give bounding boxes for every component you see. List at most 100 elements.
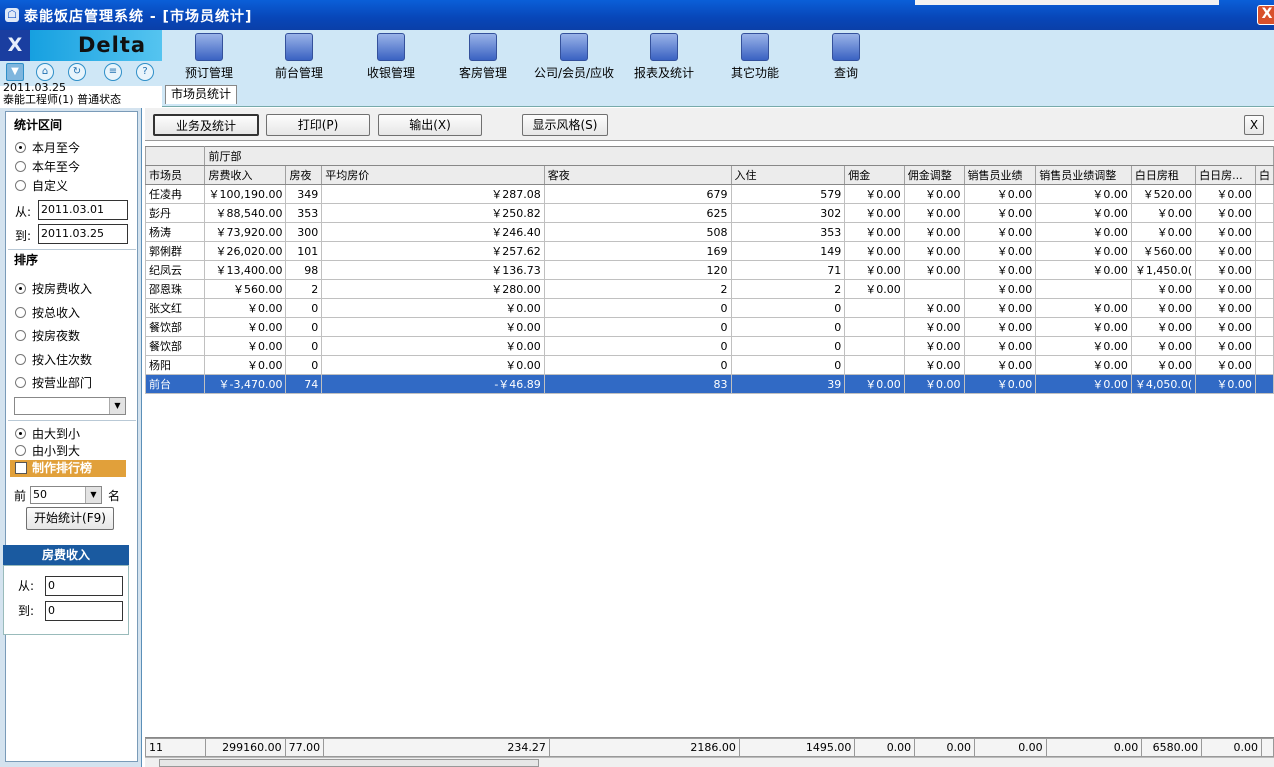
top-count-select[interactable]: 50 ▼ (30, 486, 102, 504)
cell-salesperson[interactable]: 杨阳 (145, 355, 206, 375)
cell-checkins[interactable]: 302 (730, 203, 846, 223)
exit-icon[interactable]: X (4, 34, 26, 56)
cell-sales-perf[interactable]: ￥0.00 (963, 241, 1037, 261)
cell-salesperson[interactable]: 纪凤云 (145, 260, 206, 280)
cell-checkins[interactable]: 0 (730, 298, 846, 318)
table-row[interactable]: 杨阳 ￥0.00 0 ￥0.00 0 0 ￥0.00 ￥0.00 ￥0.00 ￥0.00 ￥0.00 (145, 355, 1274, 375)
cell-salesperson[interactable]: 张文红 (145, 298, 206, 318)
cell-extra[interactable] (1254, 298, 1274, 318)
table-row[interactable]: 前台 ￥-3,470.00 74 -￥46.89 83 39 ￥0.00 ￥0.00 ￥0.00… (145, 374, 1274, 394)
cell-commission-adj[interactable]: ￥0.00 (903, 336, 965, 356)
cell-sales-perf[interactable]: ￥0.00 (963, 336, 1037, 356)
column-header-sales-perf-adj[interactable]: 销售员业绩调整 (1035, 165, 1132, 185)
column-header-room-nights[interactable]: 房夜 (285, 165, 323, 185)
cell-commission-adj[interactable]: ￥0.00 (903, 184, 965, 204)
menu-dropdown-icon[interactable]: ▼ (6, 63, 24, 81)
cell-day-rent[interactable]: ￥560.00 (1130, 241, 1197, 261)
from-date-input[interactable]: 2011.03.01 (38, 200, 128, 220)
cell-checkins[interactable]: 39 (730, 374, 846, 394)
cell-sales-perf-adj[interactable]: ￥0.00 (1035, 260, 1132, 280)
cell-day-rent2[interactable]: ￥0.00 (1195, 279, 1256, 299)
sort-department-radio[interactable]: 按营业部门 (15, 376, 92, 390)
cell-commission[interactable]: ￥0.00 (844, 279, 905, 299)
column-header-day-rent[interactable]: 白日房租 (1130, 165, 1197, 185)
cell-extra[interactable] (1254, 336, 1274, 356)
toolbar-company-member[interactable]: 公司/会员/应收 (530, 33, 618, 83)
cell-checkins[interactable]: 149 (730, 241, 846, 261)
order-desc-radio[interactable]: 由大到小 (15, 427, 80, 441)
horizontal-scrollbar[interactable] (145, 757, 1274, 767)
column-header-day-rent2[interactable]: 白日房... (1195, 165, 1256, 185)
toolbar-query[interactable]: 查询 (828, 33, 864, 83)
cell-avg-rate[interactable]: -￥46.89 (321, 374, 545, 394)
to-date-input[interactable]: 2011.03.25 (38, 224, 128, 244)
cell-sales-perf-adj[interactable]: ￥0.00 (1035, 203, 1132, 223)
cell-guest-nights[interactable]: 0 (543, 355, 732, 375)
table-row[interactable]: 张文红 ￥0.00 0 ￥0.00 0 0 ￥0.00 ￥0.00 ￥0.00 ￥0.00 ￥0.0… (145, 298, 1274, 318)
calc-icon[interactable]: ≡ (104, 63, 122, 81)
cell-checkins[interactable]: 579 (730, 184, 846, 204)
cell-sales-perf[interactable]: ￥0.00 (963, 279, 1037, 299)
cell-sales-perf[interactable]: ￥0.00 (963, 298, 1037, 318)
cell-extra[interactable] (1254, 355, 1274, 375)
cell-room-fee[interactable]: ￥560.00 (204, 279, 287, 299)
column-header-commission[interactable]: 佣金 (844, 165, 905, 185)
cell-avg-rate[interactable]: ￥136.73 (321, 260, 545, 280)
cell-extra[interactable] (1254, 184, 1274, 204)
cell-room-fee[interactable]: ￥13,400.00 (204, 260, 287, 280)
cell-day-rent[interactable]: ￥0.00 (1130, 298, 1197, 318)
cell-salesperson[interactable]: 郭俐群 (145, 241, 206, 261)
cell-commission-adj[interactable]: ￥0.00 (903, 203, 965, 223)
table-row[interactable]: 邵恩珠 ￥560.00 2 ￥280.00 2 2 ￥0.00 ￥0.00 ￥0.00 ￥0.00 (145, 279, 1274, 299)
cell-checkins[interactable]: 353 (730, 222, 846, 242)
cell-avg-rate[interactable]: ￥257.62 (321, 241, 545, 261)
department-select[interactable]: ▼ (14, 397, 126, 415)
cell-room-fee[interactable]: ￥100,190.00 (204, 184, 287, 204)
display-style-button[interactable]: 显示风格(S) (522, 114, 608, 136)
table-row[interactable]: 任凌冉 ￥100,190.00 349 ￥287.08 679 579 ￥0.00 ￥0.00… (145, 184, 1274, 204)
business-stats-button[interactable]: 业务及统计 (153, 114, 259, 136)
help-icon[interactable]: ? (136, 63, 154, 81)
column-header-checkins[interactable]: 入住 (730, 165, 846, 185)
sort-checkins-radio[interactable]: 按入住次数 (15, 353, 92, 367)
cell-checkins[interactable]: 0 (730, 317, 846, 337)
sort-total-income-radio[interactable]: 按总收入 (15, 306, 80, 320)
cell-commission-adj[interactable] (903, 279, 965, 299)
cell-room-fee[interactable]: ￥26,020.00 (204, 241, 287, 261)
table-row[interactable]: 杨涛 ￥73,920.00 300 ￥246.40 508 353 ￥0.00 ￥0.00 ￥0… (145, 222, 1274, 242)
cell-room-fee[interactable]: ￥73,920.00 (204, 222, 287, 242)
cell-day-rent2[interactable]: ￥0.00 (1195, 241, 1256, 261)
cell-commission[interactable] (844, 336, 905, 356)
cell-room-fee[interactable]: ￥88,540.00 (204, 203, 287, 223)
order-asc-radio[interactable]: 由小到大 (15, 444, 80, 458)
cell-room-nights[interactable]: 98 (285, 260, 323, 280)
lock-icon[interactable]: ⌂ (36, 63, 54, 81)
print-button[interactable]: 打印(P) (266, 114, 370, 136)
cell-day-rent[interactable]: ￥0.00 (1130, 222, 1197, 242)
cell-commission[interactable] (844, 298, 905, 318)
cell-extra[interactable] (1254, 222, 1274, 242)
cell-extra[interactable] (1254, 279, 1274, 299)
cell-sales-perf-adj[interactable]: ￥0.00 (1035, 374, 1132, 394)
fee-to-input[interactable]: 0 (45, 601, 123, 621)
cell-extra[interactable] (1254, 241, 1274, 261)
table-row[interactable]: 纪凤云 ￥13,400.00 98 ￥136.73 120 71 ￥0.00 ￥0.00 ￥0.… (145, 260, 1274, 280)
window-close-button[interactable]: X (1257, 5, 1274, 25)
cell-day-rent2[interactable]: ￥0.00 (1195, 260, 1256, 280)
period-month-radio[interactable]: 本月至今 (15, 141, 80, 155)
cell-commission[interactable]: ￥0.00 (844, 374, 905, 394)
cell-salesperson[interactable]: 任凌冉 (145, 184, 206, 204)
cell-day-rent2[interactable]: ￥0.00 (1195, 222, 1256, 242)
cell-day-rent2[interactable]: ￥0.00 (1195, 374, 1256, 394)
cell-room-nights[interactable]: 353 (285, 203, 323, 223)
toolbar-other[interactable]: 其它功能 (728, 33, 782, 83)
column-header-extra[interactable]: 白 (1254, 165, 1274, 185)
cell-guest-nights[interactable]: 83 (543, 374, 732, 394)
cell-day-rent2[interactable]: ￥0.00 (1195, 203, 1256, 223)
cell-sales-perf-adj[interactable]: ￥0.00 (1035, 336, 1132, 356)
table-row[interactable]: 餐饮部 ￥0.00 0 ￥0.00 0 0 ￥0.00 ￥0.00 ￥0.00 ￥0.00 ￥0.0… (145, 317, 1274, 337)
start-stats-button[interactable]: 开始统计(F9) (26, 507, 114, 530)
column-header-room-fee[interactable]: 房费收入 (204, 165, 287, 185)
cell-day-rent2[interactable]: ￥0.00 (1195, 355, 1256, 375)
cell-avg-rate[interactable]: ￥0.00 (321, 298, 545, 318)
